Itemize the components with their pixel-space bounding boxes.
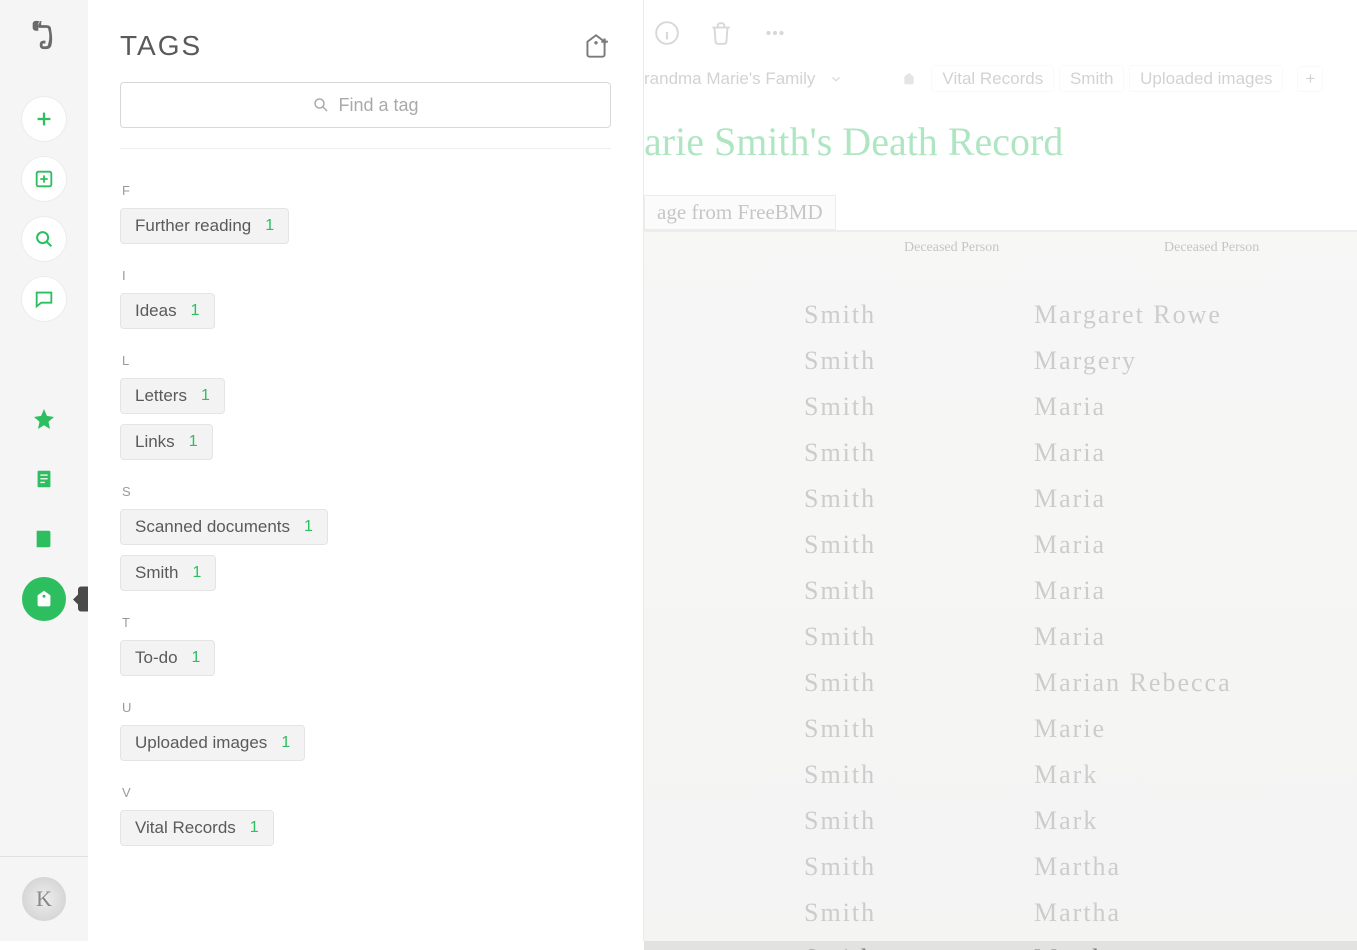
- new-note-button[interactable]: [22, 97, 66, 141]
- note-title[interactable]: arie Smith's Death Record: [644, 112, 1357, 195]
- more-icon[interactable]: [762, 20, 788, 46]
- tags-nav-wrap: TAGS: [22, 577, 66, 621]
- tag-icon: [901, 71, 917, 87]
- tag-pill[interactable]: Scanned documents1: [120, 509, 328, 545]
- tag-count: 1: [192, 649, 201, 667]
- scan-row: SmithMartha: [804, 844, 1337, 890]
- tag-pill[interactable]: Ideas1: [120, 293, 215, 329]
- notebooks-button[interactable]: [22, 517, 66, 561]
- notebook-name[interactable]: randma Marie's Family: [644, 69, 815, 89]
- scan-row: SmithMaria: [804, 614, 1337, 660]
- tag-count: 1: [192, 564, 201, 582]
- note-tag-chip[interactable]: Vital Records: [931, 65, 1054, 92]
- search-button[interactable]: [22, 217, 66, 261]
- scan-row: SmithMark: [804, 752, 1337, 798]
- tag-count: 1: [189, 433, 198, 451]
- shortcuts-button[interactable]: [22, 397, 66, 441]
- chevron-down-icon: [829, 72, 843, 86]
- evernote-logo-icon: [27, 18, 61, 52]
- tag-pill[interactable]: Letters1: [120, 378, 225, 414]
- scan-row: SmithMarie: [804, 706, 1337, 752]
- tag-letter-heading: L: [122, 353, 611, 368]
- tag-letter-heading: F: [122, 183, 611, 198]
- scan-row: SmithMaria: [804, 522, 1337, 568]
- new-notebook-button[interactable]: [22, 157, 66, 201]
- tag-count: 1: [304, 518, 313, 536]
- scan-row: SmithMargaret Rowe: [804, 292, 1337, 338]
- tag-pill[interactable]: Further reading1: [120, 208, 289, 244]
- note-tag-chip[interactable]: Uploaded images: [1129, 65, 1283, 92]
- tag-letter-heading: I: [122, 268, 611, 283]
- tag-count: 1: [250, 819, 259, 837]
- scan-row: SmithMaria: [804, 430, 1337, 476]
- find-tag-input[interactable]: Find a tag: [120, 82, 611, 128]
- scan-row: SmithMark: [804, 798, 1337, 844]
- tag-pill[interactable]: Links1: [120, 424, 213, 460]
- notes-button[interactable]: [22, 457, 66, 501]
- scan-row: SmithMaria: [804, 384, 1337, 430]
- tag-pill[interactable]: Uploaded images1: [120, 725, 305, 761]
- find-tag-placeholder: Find a tag: [338, 95, 418, 116]
- tag-list: F Further reading1 I Ideas1 L Letters1 Links1 S…: [88, 169, 643, 940]
- work-chat-button[interactable]: [22, 277, 66, 321]
- scanned-document-image: Deceased Person Deceased Person SmithMar…: [644, 230, 1357, 950]
- account-avatar[interactable]: K: [22, 877, 66, 921]
- tag-pill[interactable]: Smith1: [120, 555, 216, 591]
- tag-pill[interactable]: Vital Records1: [120, 810, 274, 846]
- scan-row: SmithMarian Rebecca: [804, 660, 1337, 706]
- scan-header-2: Deceased Person: [1164, 240, 1259, 256]
- note-area: randma Marie's Family Vital Records Smit…: [644, 0, 1357, 941]
- scan-row: SmithMaria: [804, 568, 1337, 614]
- add-tag-button[interactable]: +: [1297, 66, 1323, 92]
- tag-letter-heading: V: [122, 785, 611, 800]
- scan-row: SmithMaria: [804, 476, 1337, 522]
- scan-row: SmithMartha: [804, 890, 1337, 936]
- tag-letter-heading: U: [122, 700, 611, 715]
- note-tag-chip[interactable]: Smith: [1059, 65, 1124, 92]
- panel-title: TAGS: [120, 30, 581, 62]
- tag-count: 1: [191, 302, 200, 320]
- tag-count: 1: [265, 217, 274, 235]
- left-rail: TAGS K: [0, 0, 88, 941]
- tag-count: 1: [281, 734, 290, 752]
- tag-pill[interactable]: To-do1: [120, 640, 215, 676]
- tags-button[interactable]: [22, 577, 66, 621]
- tags-panel: TAGS Find a tag F Further reading1 I Ideas1…: [88, 0, 644, 941]
- tag-count: 1: [201, 387, 210, 405]
- scan-header-1: Deceased Person: [904, 240, 999, 256]
- trash-icon[interactable]: [708, 20, 734, 46]
- scan-row: SmithMartha: [804, 936, 1337, 950]
- tag-letter-heading: T: [122, 615, 611, 630]
- tag-letter-heading: S: [122, 484, 611, 499]
- new-tag-icon[interactable]: [581, 31, 611, 61]
- search-icon: [312, 96, 330, 114]
- scan-row: SmithMargery: [804, 338, 1337, 384]
- info-icon[interactable]: [654, 20, 680, 46]
- image-caption: age from FreeBMD: [644, 195, 836, 230]
